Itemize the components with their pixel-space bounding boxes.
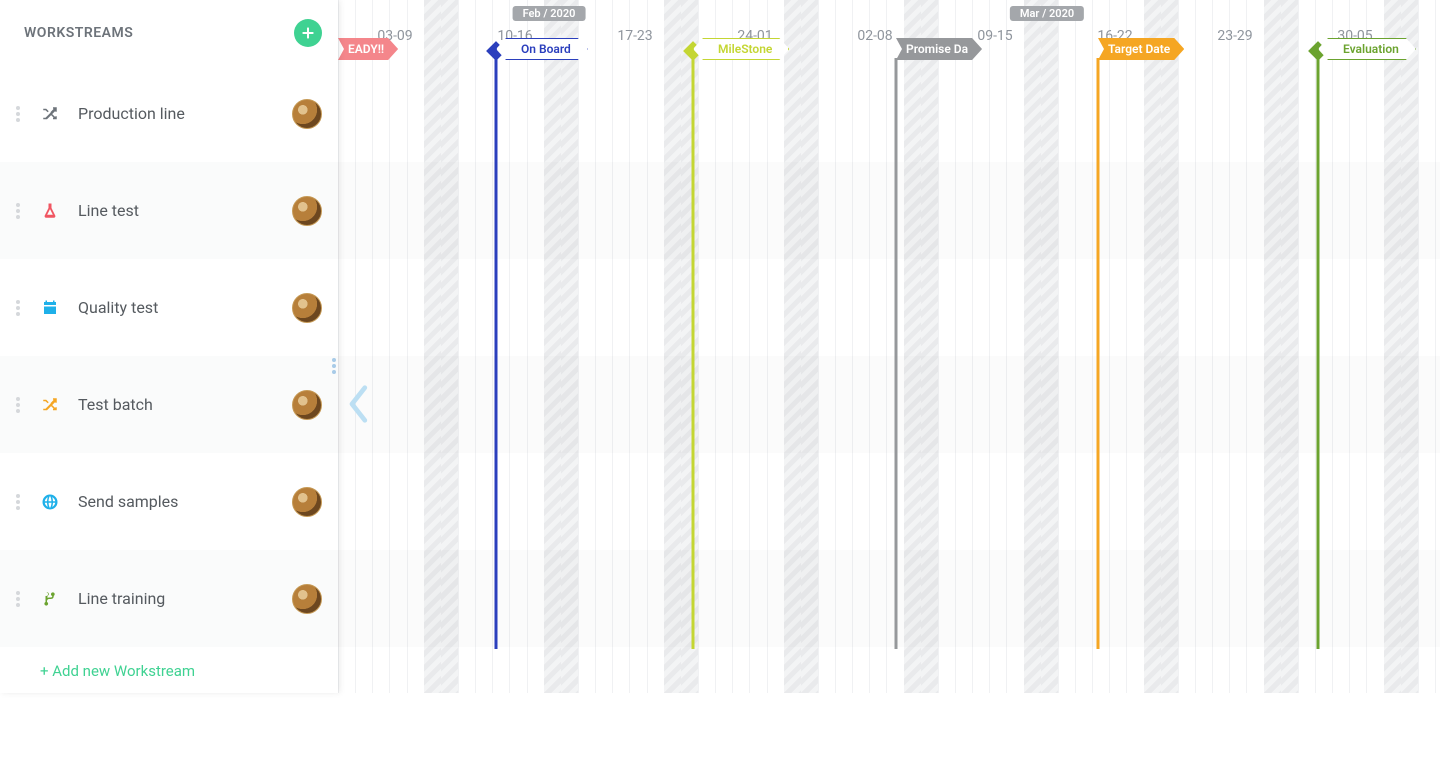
calendar-icon — [36, 294, 64, 322]
week-label: 17-23 — [617, 28, 652, 44]
week-label: 09-15 — [977, 28, 1012, 44]
avatar[interactable] — [292, 584, 322, 614]
workstream-row[interactable]: Quality test — [0, 259, 338, 356]
workstream-name: Test batch — [78, 395, 278, 414]
milestone-tag[interactable]: Evaluation — [1318, 38, 1416, 60]
workstream-row[interactable]: Test batch — [0, 356, 338, 453]
drag-handle-icon[interactable] — [14, 106, 22, 122]
workstream-name: Production line — [78, 104, 278, 123]
add-new-workstream-link[interactable]: + Add new Workstream — [0, 647, 338, 695]
avatar[interactable] — [292, 390, 322, 420]
avatar[interactable] — [292, 293, 322, 323]
drag-handle-icon[interactable] — [14, 494, 22, 510]
drag-handle-icon[interactable] — [14, 203, 22, 219]
drag-handle-icon[interactable] — [14, 300, 22, 316]
milestone-line — [495, 58, 498, 649]
globe-icon — [36, 488, 64, 516]
drag-handle-icon[interactable] — [14, 591, 22, 607]
workstream-name: Line test — [78, 201, 278, 220]
week-label: 23-29 — [1217, 28, 1252, 44]
avatar[interactable] — [292, 196, 322, 226]
sidebar: WORKSTREAMS Production line Line test Qual… — [0, 0, 338, 693]
milestone-line — [692, 58, 695, 649]
shuffle-icon — [36, 100, 64, 128]
avatar[interactable] — [292, 487, 322, 517]
milestone-tag[interactable]: MileStone — [693, 38, 789, 60]
workstream-name: Quality test — [78, 298, 278, 317]
milestone-tag[interactable]: EADY!! — [338, 38, 398, 60]
timeline-area[interactable]: Feb / 2020Mar / 2020 03-0910-1617-2324-0… — [338, 0, 1440, 693]
collapse-sidebar-button[interactable] — [344, 383, 374, 429]
plus-icon — [300, 25, 316, 41]
drag-handle-icon[interactable] — [14, 397, 22, 413]
branch-icon — [36, 585, 64, 613]
add-workstream-button[interactable] — [294, 19, 322, 47]
workstream-row[interactable]: Line training — [0, 550, 338, 647]
workstream-row[interactable]: Line test — [0, 162, 338, 259]
month-label: Mar / 2020 — [1010, 6, 1084, 21]
workstream-row[interactable]: Production line — [0, 65, 338, 162]
milestone-line — [1097, 58, 1100, 649]
milestone-tag[interactable]: On Board — [496, 38, 588, 60]
flask-icon — [36, 197, 64, 225]
workstream-row[interactable]: Send samples — [0, 453, 338, 550]
sidebar-title: WORKSTREAMS — [24, 25, 133, 41]
milestone-tag[interactable]: Promise Da — [896, 38, 982, 60]
avatar[interactable] — [292, 99, 322, 129]
milestone-line — [1317, 58, 1320, 649]
workstream-name: Send samples — [78, 492, 278, 511]
month-label: Feb / 2020 — [513, 6, 586, 21]
shuffle-icon — [36, 391, 64, 419]
chevron-left-icon — [344, 383, 374, 425]
workstream-name: Line training — [78, 589, 278, 608]
drag-handle-icon[interactable] — [332, 358, 336, 374]
milestone-tag[interactable]: Target Date — [1098, 38, 1184, 60]
week-label: 02-08 — [857, 28, 892, 44]
milestone-line — [895, 58, 898, 649]
